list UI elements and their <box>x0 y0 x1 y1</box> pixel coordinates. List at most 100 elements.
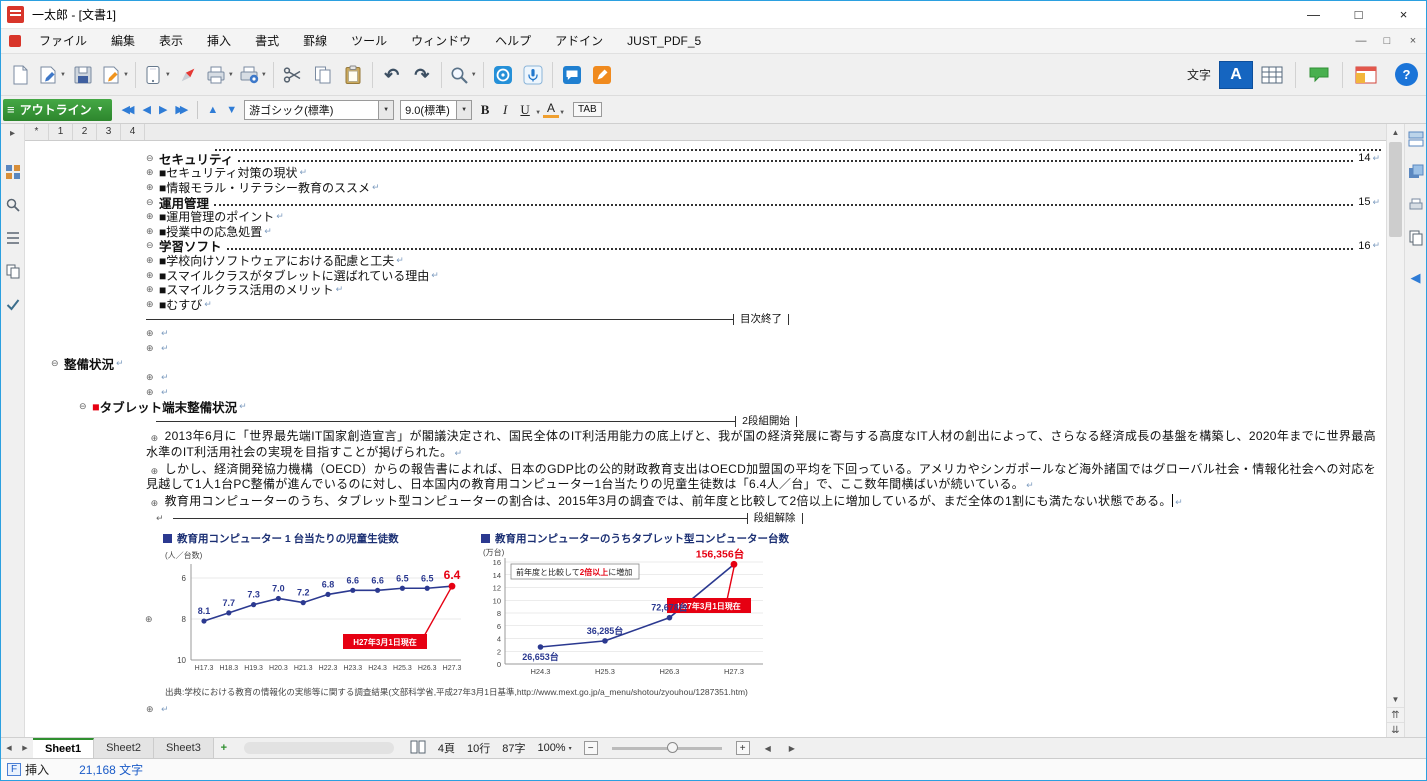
horizontal-scrollbar[interactable] <box>244 742 394 754</box>
scroll-down-icon[interactable]: ▼ <box>1387 691 1404 707</box>
font-size-select[interactable]: 9.0(標準) ▼ <box>400 100 472 120</box>
edit-document-button[interactable]: ▼ <box>98 58 131 92</box>
go-last-button[interactable]: ▶▶ <box>171 103 192 116</box>
toc-entry[interactable]: ⊕ ■スマイルクラス活用のメリット ↵ <box>25 282 1386 297</box>
figure-block[interactable]: ⊕ 教育用コンピューター 1 台当たりの児童生徒数 6810(人／台数)H27年… <box>161 530 1376 698</box>
print-preview-icon[interactable] <box>1408 197 1424 216</box>
chevron-down-icon[interactable]: ▼ <box>456 101 471 119</box>
outline-expand-icon[interactable]: ⊕ <box>146 226 159 237</box>
outline-collapse-icon[interactable]: ⊖ <box>146 197 159 208</box>
outline-expand-icon[interactable]: ⊕ <box>146 182 159 193</box>
outline-expand-icon[interactable]: ⊕ <box>146 704 159 715</box>
pages-panel-icon[interactable] <box>5 263 21 282</box>
font-name-select[interactable]: 游ゴシック(標準) ▼ <box>244 100 394 120</box>
scroll-up-icon[interactable]: ▲ <box>1387 124 1404 140</box>
chevron-down-icon[interactable]: ▼ <box>559 110 565 116</box>
move-up-button[interactable]: ▲ <box>203 104 222 116</box>
toc-entry[interactable]: ⊕ ■情報モラル・リテラシー教育のススメ ↵ <box>25 180 1386 195</box>
scrollbar-track[interactable] <box>1387 140 1404 691</box>
collapse-panel-icon[interactable]: ◀ <box>1411 270 1421 286</box>
zoom-level-select[interactable]: 100% ▾ <box>537 742 571 754</box>
table-mode-button[interactable] <box>1257 58 1287 92</box>
toc-entry[interactable]: ⊕ ■むすび ↵ <box>25 297 1386 312</box>
layers-icon[interactable] <box>1408 164 1424 183</box>
outline-expand-icon[interactable]: ⊕ <box>146 299 159 310</box>
ruler-col-2[interactable]: 2 <box>73 124 97 140</box>
sheet-tab-3[interactable]: Sheet3 <box>154 738 214 758</box>
outline-expand-icon[interactable]: ⊕ <box>132 431 158 447</box>
sheet-tab-2[interactable]: Sheet2 <box>94 738 154 758</box>
fit-next-icon[interactable]: ▶ <box>786 744 798 753</box>
document-map-icon[interactable] <box>1408 230 1424 249</box>
menu-format[interactable]: 書式 <box>243 29 291 53</box>
menu-border[interactable]: 罫線 <box>291 29 339 53</box>
ruler-col-4[interactable]: 4 <box>121 124 145 140</box>
menu-addin[interactable]: アドイン <box>543 29 615 53</box>
section-heading[interactable]: ⊖ 整備状況 ↵ <box>25 356 1386 371</box>
tab-scroll-left-icon[interactable]: ◀ <box>1 744 17 752</box>
tab-insert-button[interactable]: TAB <box>573 102 602 117</box>
menu-view[interactable]: 表示 <box>147 29 195 53</box>
highlight-pen-button[interactable]: A <box>543 101 559 118</box>
maximize-button[interactable]: □ <box>1336 1 1381 28</box>
outline-expand-icon[interactable]: ⊕ <box>146 372 159 383</box>
menu-insert[interactable]: 挿入 <box>195 29 243 53</box>
doc-restore-button[interactable]: □ <box>1374 35 1400 47</box>
tab-scroll-right-icon[interactable]: ▶ <box>17 744 33 752</box>
sub-heading[interactable]: ⊖ ■ タブレット端末整備状況 ↵ <box>25 400 1386 415</box>
menu-file[interactable]: ファイル <box>27 29 99 53</box>
menu-edit[interactable]: 編集 <box>99 29 147 53</box>
ruler-col-3[interactable]: 3 <box>97 124 121 140</box>
layout-mode-button[interactable] <box>1351 58 1381 92</box>
outline-expand-icon[interactable]: ⊕ <box>146 343 159 354</box>
outline-expand-icon[interactable]: ⊕ <box>146 328 159 339</box>
toc-entry[interactable]: ⊖ 運用管理 15 ↵ <box>25 195 1386 210</box>
empty-line[interactable]: ⊕↵ <box>25 341 1386 356</box>
save-button[interactable] <box>68 58 98 92</box>
outline-collapse-icon[interactable]: ⊖ <box>146 153 159 164</box>
outline-expand-icon[interactable]: ⊕ <box>146 387 159 398</box>
balloon-mode-button[interactable] <box>1304 58 1334 92</box>
chat-tool-button[interactable] <box>557 58 587 92</box>
voice-input-button[interactable] <box>518 58 548 92</box>
chevron-down-icon[interactable]: ▼ <box>378 101 393 119</box>
zoom-in-button[interactable]: + <box>736 741 750 755</box>
toc-entry[interactable]: ⊕ ■スマイルクラスがタブレットに選ばれている理由 ↵ <box>25 268 1386 283</box>
search-button[interactable]: ▼ <box>446 58 479 92</box>
menu-window[interactable]: ウィンドウ <box>399 29 483 53</box>
body-paragraph[interactable]: ⊕教育用コンピューターのうち、タブレット型コンピューターの割合は、2015年3月… <box>146 494 1376 511</box>
toc-entry[interactable]: ⊕ ■運用管理のポイント ↵ <box>25 209 1386 224</box>
outline-expand-icon[interactable]: ⊕ <box>146 284 159 295</box>
list-panel-icon[interactable] <box>5 230 21 249</box>
toc-entry[interactable]: ⊕ ■学校向けソフトウェアにおける配慮と工夫 ↵ <box>25 253 1386 268</box>
outline-expand-icon[interactable]: ⊕ <box>145 614 153 625</box>
move-down-button[interactable]: ▼ <box>222 104 241 116</box>
check-panel-icon[interactable] <box>5 296 21 315</box>
undo-button[interactable]: ↶ <box>377 58 407 92</box>
add-sheet-button[interactable]: + <box>214 742 234 754</box>
outline-expand-icon[interactable]: ⊕ <box>132 464 158 480</box>
paste-button[interactable] <box>338 58 368 92</box>
italic-button[interactable]: I <box>495 102 515 118</box>
search-panel-icon[interactable] <box>5 197 21 216</box>
print-settings-button[interactable]: ▼ <box>236 58 269 92</box>
outline-view-button[interactable]: ≡ アウトライン ▼ <box>3 99 112 121</box>
zoom-slider[interactable] <box>612 747 722 750</box>
pen-tool-button[interactable] <box>587 58 617 92</box>
zoom-slider-thumb[interactable] <box>667 742 678 753</box>
doc-minimize-button[interactable]: — <box>1348 35 1374 47</box>
doc-close-button[interactable]: × <box>1400 35 1426 47</box>
close-button[interactable]: × <box>1381 1 1426 28</box>
page-layout-icon[interactable] <box>410 740 426 757</box>
toc-entry[interactable]: ⊖ 学習ソフト 16 ↵ <box>25 239 1386 254</box>
bold-button[interactable]: B <box>475 102 495 118</box>
previous-page-button[interactable]: ⇈ <box>1387 707 1404 722</box>
outline-collapse-icon[interactable]: ⊖ <box>51 358 64 369</box>
minimize-button[interactable]: — <box>1291 1 1336 28</box>
navigation-compass-button[interactable] <box>173 58 203 92</box>
chevron-down-icon[interactable]: ▼ <box>535 110 541 116</box>
ruler-col-1[interactable]: 1 <box>49 124 73 140</box>
input-mode-key[interactable]: F <box>7 763 21 776</box>
tablet-view-button[interactable]: ▼ <box>140 58 173 92</box>
empty-line[interactable]: ⊕↵ <box>25 327 1386 342</box>
